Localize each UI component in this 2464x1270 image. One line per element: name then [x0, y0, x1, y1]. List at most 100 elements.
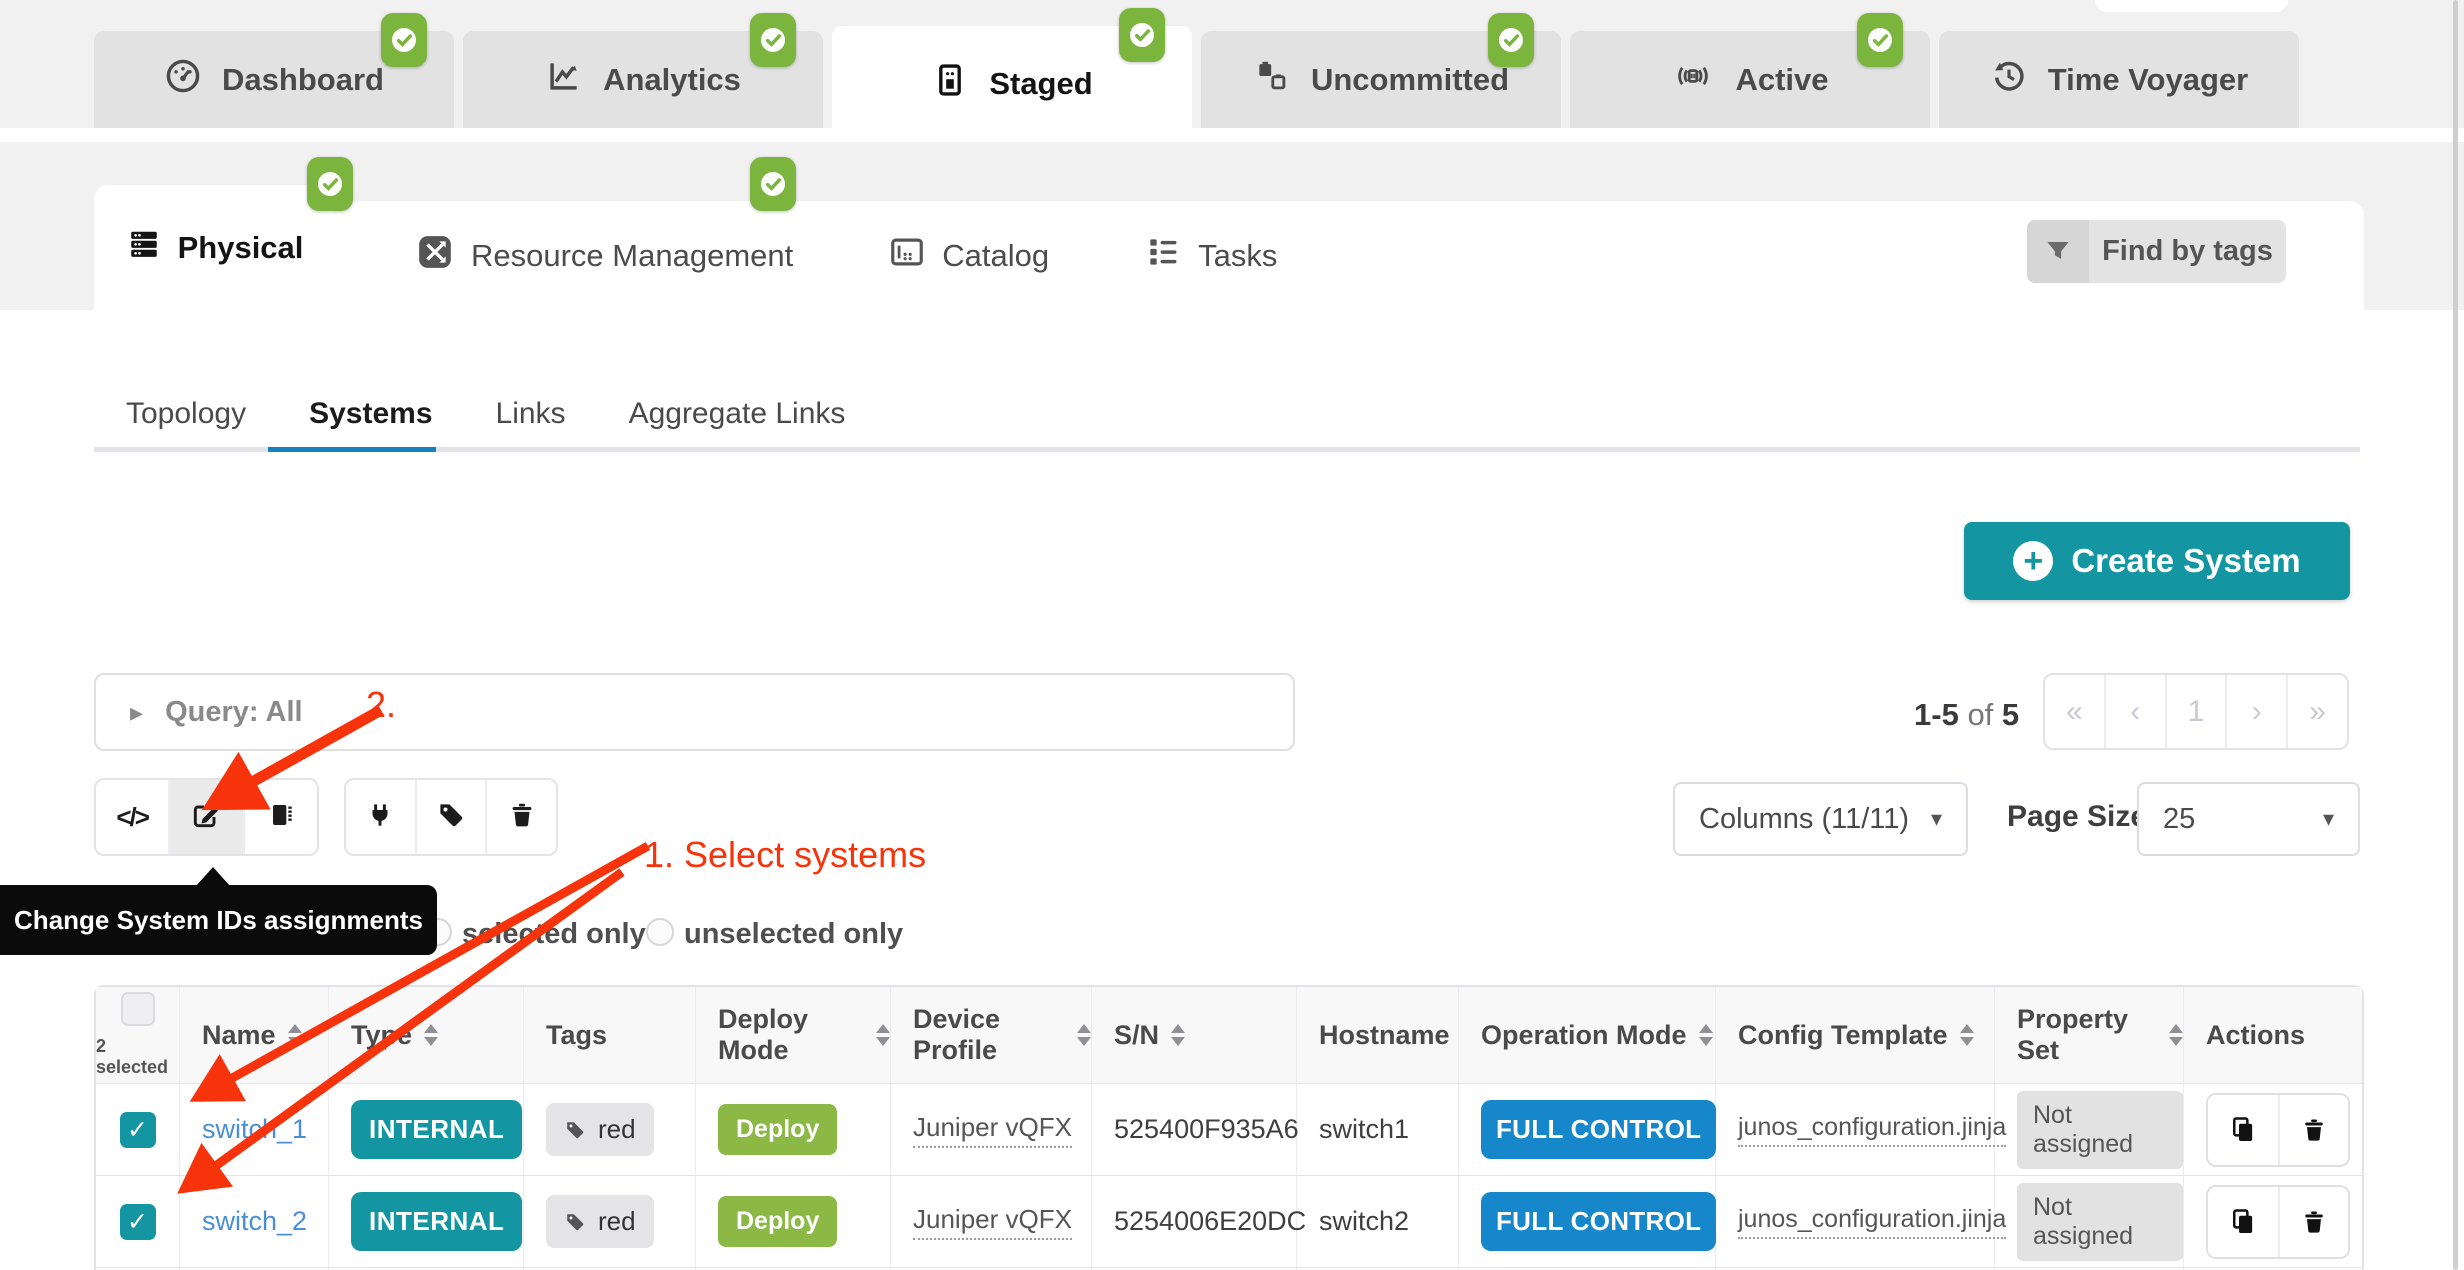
- tab-catalog[interactable]: Catalog: [888, 233, 1049, 279]
- row-select-cell: ✓: [96, 1176, 180, 1268]
- trash-icon: [507, 800, 537, 835]
- tag-icon: [564, 1119, 586, 1141]
- tab-links[interactable]: Links: [496, 397, 566, 431]
- page-number-button[interactable]: 1: [2165, 675, 2226, 748]
- tab-physical[interactable]: Physical: [94, 185, 335, 310]
- page-size-select[interactable]: 25 ▾: [2137, 782, 2360, 856]
- radio-selected-only-label[interactable]: selected only: [462, 918, 646, 951]
- first-page-button[interactable]: «: [2045, 675, 2104, 748]
- find-by-tags-label: Find by tags: [2089, 220, 2286, 283]
- power-plug-button[interactable]: [346, 780, 415, 854]
- device-profile-link[interactable]: Juniper vQFX: [913, 1112, 1072, 1148]
- name-cell: switch_2: [180, 1176, 329, 1268]
- sn-cell: 525400F935A6: [1092, 1084, 1297, 1176]
- tab-label: Dashboard: [222, 62, 384, 98]
- header-deploy-mode[interactable]: Deploy Mode: [696, 987, 891, 1084]
- change-system-ids-button[interactable]: [168, 780, 242, 854]
- radio-unselected-only-label[interactable]: unselected only: [684, 918, 903, 951]
- staged-document-icon: [931, 61, 969, 107]
- select-all-checkbox[interactable]: [121, 992, 155, 1026]
- delete-systems-button[interactable]: [485, 780, 556, 854]
- pagination-controls: « ‹ 1 › »: [2043, 673, 2349, 750]
- broadcast-icon: [1671, 57, 1715, 103]
- clone-system-button[interactable]: [2208, 1187, 2278, 1257]
- tab-label: Staged: [989, 66, 1092, 102]
- row-checkbox-checked[interactable]: ✓: [120, 1112, 156, 1148]
- tab-label: Tasks: [1198, 238, 1277, 274]
- tab-topology[interactable]: Topology: [126, 397, 246, 431]
- tab-systems[interactable]: Systems: [309, 397, 432, 431]
- tab-aggregate-links[interactable]: Aggregate Links: [629, 397, 846, 431]
- next-page-button[interactable]: ›: [2225, 675, 2286, 748]
- tab-label: Physical: [178, 230, 304, 266]
- manage-devices-button[interactable]: [243, 780, 317, 854]
- header-actions: Actions: [2184, 987, 2362, 1084]
- header-name[interactable]: Name: [180, 987, 329, 1084]
- operation-mode-cell: FULL CONTROL: [1459, 1176, 1716, 1268]
- table-header-row: 2 selected Name Type Tags Deploy Mode De…: [96, 987, 2362, 1084]
- header-type[interactable]: Type: [329, 987, 524, 1084]
- create-system-button[interactable]: + Create System: [1964, 522, 2350, 600]
- task-list-icon: [1144, 233, 1182, 279]
- query-label: Query: All: [165, 696, 303, 729]
- trash-icon: [2300, 1116, 2328, 1144]
- config-template-link[interactable]: junos_configuration.jinja: [1738, 1113, 2006, 1147]
- tooltip-caret: [196, 867, 230, 886]
- tab-time-voyager[interactable]: Time Voyager: [1939, 31, 2299, 128]
- hostname-cell: switch2: [1297, 1176, 1459, 1268]
- vertical-scrollbar[interactable]: [2453, 0, 2458, 1270]
- caret-right-icon: ▸: [130, 697, 143, 728]
- table-row-switch-1: ✓ switch_1 INTERNAL red Deploy Juniper v…: [96, 1084, 2362, 1176]
- tab-label: Analytics: [603, 62, 741, 98]
- tab-tasks[interactable]: Tasks: [1144, 233, 1277, 279]
- header-property-set[interactable]: Property Set: [1995, 987, 2184, 1084]
- property-set-chip: Not assigned: [2017, 1183, 2183, 1261]
- toolbar-group-actions: [344, 778, 558, 856]
- columns-dropdown-label: Columns (11/11): [1699, 803, 1909, 836]
- delete-system-button[interactable]: [2278, 1187, 2348, 1257]
- row-checkbox-checked[interactable]: ✓: [120, 1204, 156, 1240]
- config-template-link[interactable]: junos_configuration.jinja: [1738, 1205, 2006, 1239]
- sort-icon: [1171, 1024, 1185, 1046]
- header-sn[interactable]: S/N: [1092, 987, 1297, 1084]
- header-device-profile[interactable]: Device Profile: [891, 987, 1092, 1084]
- tab-label: Resource Management: [471, 238, 793, 274]
- device-profile-link[interactable]: Juniper vQFX: [913, 1204, 1072, 1240]
- find-by-tags-button[interactable]: Find by tags: [2027, 220, 2286, 283]
- execute-cli-button[interactable]: </>: [96, 780, 168, 854]
- system-name-link[interactable]: switch_1: [202, 1114, 307, 1145]
- caret-down-icon: ▾: [1931, 806, 1942, 832]
- select-all-header-cell: 2 selected: [96, 987, 180, 1084]
- deploy-mode-badge: Deploy: [718, 1104, 837, 1155]
- radio-unselected-only[interactable]: [646, 918, 674, 946]
- status-ok-badge-staged: [1119, 8, 1165, 62]
- apply-tags-button[interactable]: [415, 780, 486, 854]
- header-config-template[interactable]: Config Template: [1716, 987, 1995, 1084]
- device-profile-cell: Juniper vQFX: [891, 1084, 1092, 1176]
- last-page-button[interactable]: »: [2286, 675, 2347, 748]
- tab-resource-management[interactable]: Resource Management: [415, 232, 793, 280]
- header-operation-mode[interactable]: Operation Mode: [1459, 987, 1716, 1084]
- name-cell: switch_1: [180, 1084, 329, 1176]
- deploy-mode-cell: Deploy: [696, 1176, 891, 1268]
- status-ok-badge-analytics: [750, 13, 796, 67]
- prev-page-button[interactable]: ‹: [2104, 675, 2165, 748]
- gauge-icon: [164, 57, 202, 103]
- query-builder[interactable]: ▸ Query: All: [94, 673, 1295, 751]
- system-name-link[interactable]: switch_2: [202, 1206, 307, 1237]
- copy-icon: [2228, 1115, 2258, 1145]
- header-hostname[interactable]: Hostname: [1297, 987, 1459, 1084]
- trash-icon: [2300, 1208, 2328, 1236]
- copy-icon: [2228, 1207, 2258, 1237]
- tooltip: Change System IDs assignments: [0, 885, 437, 955]
- sort-icon: [1960, 1024, 1974, 1046]
- toolbar-group-edit: </>: [94, 778, 319, 856]
- columns-dropdown[interactable]: Columns (11/11) ▾: [1673, 782, 1968, 856]
- plug-icon: [365, 800, 395, 835]
- clone-system-button[interactable]: [2208, 1095, 2278, 1165]
- sort-icon: [424, 1024, 438, 1046]
- delete-system-button[interactable]: [2278, 1095, 2348, 1165]
- device-profile-cell: Juniper vQFX: [891, 1176, 1092, 1268]
- status-ok-badge-dashboard: [381, 13, 427, 67]
- caret-down-icon: ▾: [2323, 806, 2334, 832]
